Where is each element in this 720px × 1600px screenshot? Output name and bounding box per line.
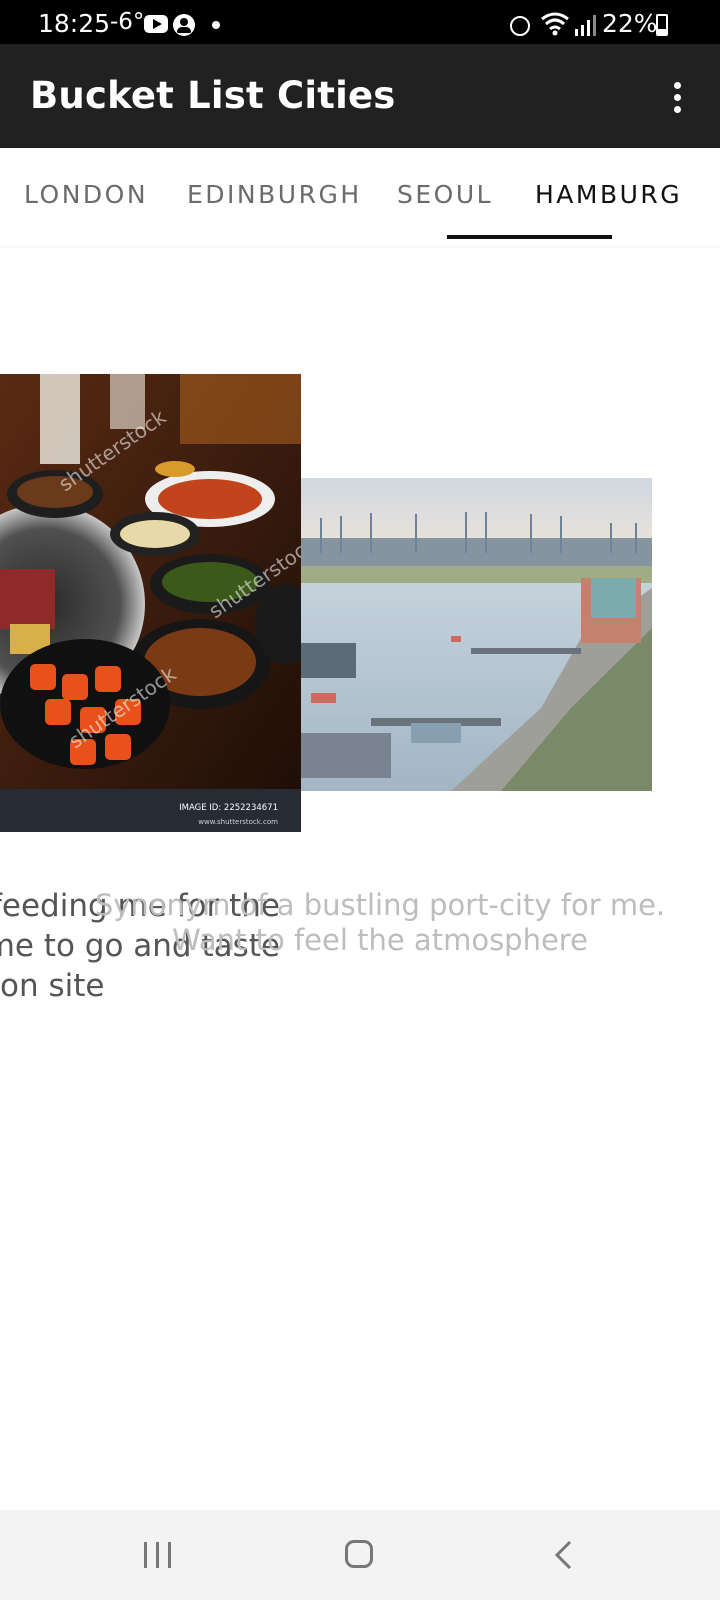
hamburg-description-line: Synonym of a bustling port-city for me.	[94, 888, 666, 922]
tab-seoul[interactable]: SEOUL	[397, 180, 493, 209]
image-id-caption: IMAGE ID: 2252234671	[179, 803, 278, 813]
seoul-food-photo: shutterstock shutterstock shutterstock I…	[0, 374, 301, 832]
app-bar: Bucket List Cities	[0, 44, 720, 148]
system-nav-bar	[0, 1510, 720, 1600]
back-icon[interactable]	[552, 1540, 576, 1570]
image-site-caption: www.shutterstock.com	[198, 818, 278, 826]
tab-indicator	[447, 235, 612, 239]
hamburg-port-photo	[301, 478, 652, 791]
youtube-icon	[144, 15, 168, 33]
more-vert-icon[interactable]	[660, 78, 696, 118]
tab-edinburgh[interactable]: EDINBURGH	[187, 180, 362, 209]
signal-icon	[575, 15, 596, 36]
hamburg-description-line: Want to feel the atmosphere	[172, 923, 588, 957]
wifi-icon	[541, 12, 569, 36]
seoul-description-line: on site	[0, 968, 105, 1004]
status-time: 18:25	[38, 9, 111, 38]
alarm-icon	[510, 16, 530, 36]
recent-apps-icon[interactable]	[144, 1542, 172, 1568]
status-temperature: -6°	[110, 9, 145, 35]
tab-london[interactable]: LONDON	[24, 180, 148, 209]
app-title: Bucket List Cities	[30, 74, 396, 117]
home-icon[interactable]	[345, 1540, 373, 1568]
status-bar: 18:25 -6° 22%	[0, 0, 720, 44]
city-tabs: LONDON EDINBURGH SEOUL HAMBURG	[0, 148, 720, 246]
battery-icon	[656, 14, 668, 36]
notification-dot-icon	[212, 21, 220, 29]
account-icon	[173, 14, 195, 36]
hamburg-description: Synonym of a bustling port-city for me. …	[80, 888, 680, 958]
battery-percentage: 22%	[602, 9, 658, 38]
tab-hamburg[interactable]: HAMBURG	[535, 180, 682, 209]
